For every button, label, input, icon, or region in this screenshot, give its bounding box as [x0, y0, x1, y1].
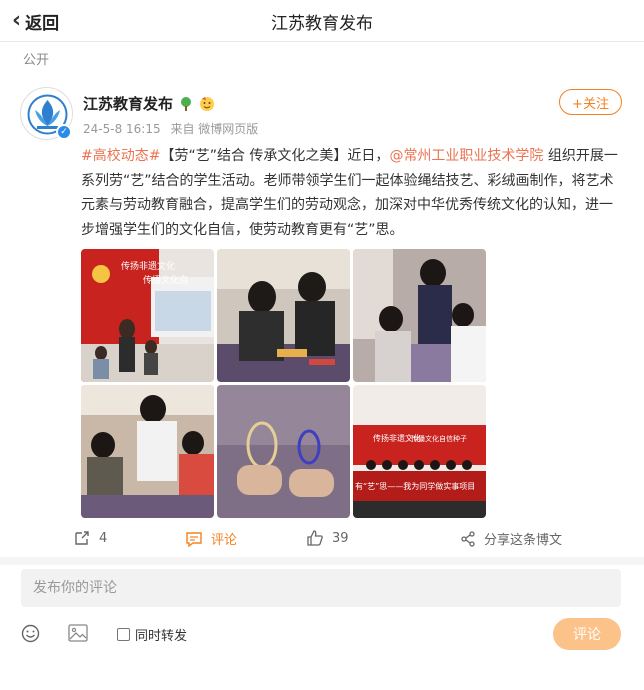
post-image-3[interactable] — [353, 249, 486, 382]
follow-button[interactable]: +关注 — [559, 89, 622, 115]
post-image-6[interactable]: 传扬非遗文化 传播文化自信种子 有“艺”思——我为同学做实事项目 — [353, 385, 486, 518]
post-source: 来自 微博网页版 — [170, 122, 259, 136]
repost-action[interactable]: 4 — [73, 529, 107, 547]
image-6-banner-text-b: 传播文化自信种子 — [411, 434, 467, 443]
repost-count: 4 — [99, 530, 108, 546]
share-icon — [461, 530, 475, 547]
image-1-banner-text-a: 传扬非遗文化 — [121, 260, 175, 272]
author-name-row: 江苏教育发布 — [83, 93, 215, 114]
post-timestamp[interactable]: 24-5-8 16:15 — [83, 122, 161, 136]
emoji-badge-icon — [199, 96, 215, 112]
post-meta: 24-5-8 16:15 来自 微博网页版 — [83, 120, 264, 137]
post-image-4[interactable] — [81, 385, 214, 518]
checkbox-box[interactable] — [117, 628, 130, 641]
post-image-2[interactable] — [217, 249, 350, 382]
like-count: 39 — [332, 530, 349, 546]
post-text-part-1: 【劳“艺”结合 传承文化之美】近日， — [160, 148, 390, 164]
repost-checkbox-label: 同时转发 — [135, 629, 188, 644]
visibility-label: 公开 — [23, 53, 50, 68]
mention-link[interactable]: @常州工业职业技术学院 — [389, 148, 543, 164]
hashtag-link[interactable]: #高校动态# — [81, 148, 160, 164]
thumbs-up-icon — [307, 530, 323, 546]
image-upload-icon[interactable] — [68, 624, 88, 646]
comment-label: 评论 — [211, 533, 238, 548]
image-1-banner-text-b: 传播文化自 — [143, 274, 188, 286]
share-action[interactable]: 分享这条博文 — [460, 529, 562, 548]
repost-icon — [75, 531, 89, 545]
section-divider — [0, 557, 644, 565]
comment-input[interactable] — [21, 569, 621, 607]
emoji-icon[interactable] — [21, 624, 40, 647]
like-action[interactable]: 39 — [306, 529, 349, 547]
share-label: 分享这条博文 — [484, 533, 563, 548]
post-image-5[interactable] — [217, 385, 350, 518]
verified-icon: ✓ — [56, 124, 72, 140]
comment-icon — [186, 531, 202, 547]
post-body: #高校动态#【劳“艺”结合 传承文化之美】近日，@常州工业职业技术学院 组织开展… — [81, 144, 626, 242]
submit-comment-button[interactable]: 评论 — [553, 618, 621, 650]
comment-action[interactable]: 评论 — [185, 529, 237, 548]
image-grid: 传扬非遗文化 传播文化自 传扬非遗文化 传播文化自信种子 有“艺”思——我为同学… — [81, 249, 486, 518]
page-title: 江苏教育发布 — [271, 14, 373, 34]
tree-badge-icon — [178, 96, 194, 112]
image-6-banner-text-c: 有“艺”思——我为同学做实事项目 — [355, 481, 475, 491]
repost-checkbox[interactable]: 同时转发 — [117, 625, 187, 644]
action-bar: 4 评论 39 分享这条博文 — [0, 525, 644, 553]
post-image-1[interactable]: 传扬非遗文化 传播文化自 — [81, 249, 214, 382]
top-bar: ‹ 返回 江苏教育发布 — [0, 0, 644, 42]
author-name[interactable]: 江苏教育发布 — [83, 93, 173, 114]
